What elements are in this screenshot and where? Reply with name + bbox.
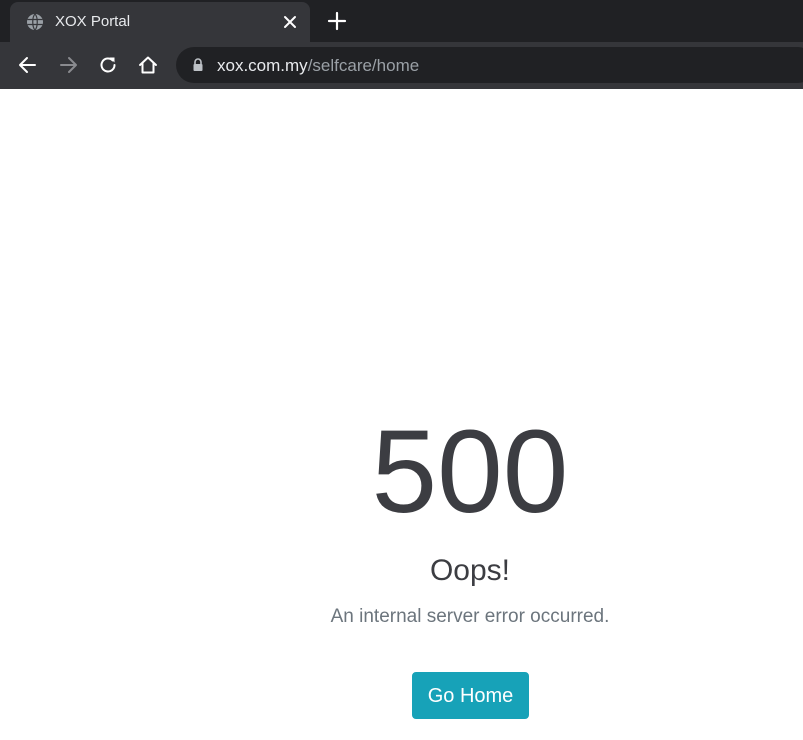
address-bar[interactable]: xox.com.my/selfcare/home <box>176 47 803 83</box>
forward-arrow-icon[interactable] <box>57 54 79 76</box>
lock-icon[interactable] <box>191 57 205 73</box>
go-home-button[interactable]: Go Home <box>412 672 529 719</box>
browser-chrome: XOX Portal xox.com.my/selfcare/home <box>0 0 803 89</box>
reload-icon[interactable] <box>97 54 119 76</box>
url-path: /selfcare/home <box>307 56 420 75</box>
url-text[interactable]: xox.com.my/selfcare/home <box>217 56 419 76</box>
tab-strip: XOX Portal <box>0 0 803 42</box>
error-title: Oops! <box>429 554 511 587</box>
tab-title: XOX Portal <box>55 13 131 30</box>
page-content: 500 Oops! An internal server error occur… <box>0 89 803 740</box>
new-tab-plus-icon[interactable] <box>326 10 348 32</box>
error-code: 500 <box>371 406 569 538</box>
url-host: xox.com.my <box>217 56 308 75</box>
home-icon[interactable] <box>137 54 159 76</box>
back-arrow-icon[interactable] <box>17 54 39 76</box>
browser-toolbar: xox.com.my/selfcare/home <box>0 42 803 89</box>
close-icon[interactable] <box>281 13 299 31</box>
error-message: An internal server error occurred. <box>330 606 610 627</box>
globe-icon <box>27 13 43 31</box>
browser-tab[interactable]: XOX Portal <box>10 2 310 42</box>
